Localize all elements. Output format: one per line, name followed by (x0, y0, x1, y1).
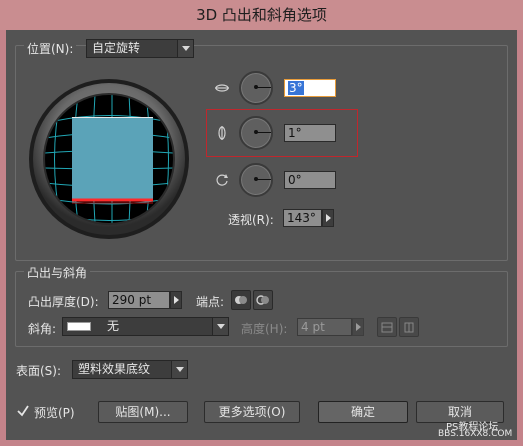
bevel-label: 斜角: (28, 322, 57, 336)
preview-label[interactable]: 预览(P) (34, 404, 75, 421)
window-title: 3D 凸出和斜角选项 (0, 0, 523, 30)
bevel-in-icon (404, 322, 414, 333)
watermark-line-2: BBS.16XX8.COM (438, 429, 513, 439)
preview-checkbox[interactable] (16, 404, 30, 418)
extrude-depth-slider-button[interactable] (170, 291, 182, 309)
surface-dropdown[interactable]: 塑料效果底纹 (72, 360, 188, 379)
ok-button[interactable]: 确定 (318, 401, 408, 423)
rotate-z-axis-icon (214, 172, 230, 188)
checkmark-icon (17, 405, 29, 417)
extrude-depth-label: 凸出厚度(D): (28, 295, 99, 309)
chevron-down-icon (177, 40, 193, 57)
bevel-out-icon (381, 322, 393, 333)
map-art-button[interactable]: 贴图(M)... (98, 401, 188, 423)
position-preset-dropdown[interactable]: 自定旋转 (86, 39, 194, 58)
cap-label: 端点: (196, 295, 225, 309)
position-label: 位置(N): (24, 40, 77, 57)
bevel-out-button[interactable] (377, 317, 397, 337)
bevel-dropdown[interactable]: 无 (62, 317, 229, 336)
rotate-z-knob[interactable] (239, 163, 273, 197)
chevron-down-icon (171, 361, 187, 378)
rotate-z-field[interactable]: 0° (284, 171, 336, 189)
rotate-x-knob[interactable] (239, 71, 273, 105)
rotate-y-knob[interactable] (239, 116, 273, 150)
surface-label: 表面(S): (16, 364, 62, 378)
perspective-slider-button[interactable] (322, 209, 334, 227)
bevel-height-label: 高度(H): (241, 322, 288, 336)
bevel-in-button[interactable] (399, 317, 419, 337)
rotate-x-value: 3° (288, 81, 304, 95)
rotate-y-axis-icon (214, 125, 230, 141)
rotate-x-field[interactable]: 3° (284, 79, 336, 97)
cap-on-button[interactable] (231, 290, 251, 310)
dialog-body: 位置(N): 自定旋转 3° 1° 0° 透视(R): 143° 凸出与斜角 凸… (6, 30, 517, 440)
bevel-height-slider-button[interactable] (352, 318, 364, 336)
position-preset-value: 自定旋转 (92, 41, 141, 55)
chevron-down-icon (212, 318, 228, 335)
rotate-y-field[interactable]: 1° (284, 124, 336, 142)
more-options-button[interactable]: 更多选项(O) (204, 401, 300, 423)
cap-off-icon (256, 295, 269, 305)
bevel-value: 无 (107, 319, 120, 333)
cap-off-button[interactable] (253, 290, 273, 310)
bevel-height-field[interactable]: 4 pt (297, 318, 352, 336)
perspective-field[interactable]: 143° (283, 209, 322, 227)
perspective-label: 透视(R): (228, 213, 274, 227)
track-cube[interactable] (28, 78, 190, 240)
cap-on-icon (235, 296, 247, 304)
extrude-bevel-section-label: 凸出与斜角 (24, 264, 91, 281)
extrude-depth-field[interactable]: 290 pt (108, 291, 170, 309)
track-cube-graphic (29, 79, 189, 239)
rotate-x-axis-icon (214, 80, 230, 96)
surface-value: 塑料效果底纹 (78, 362, 151, 376)
bevel-swatch (67, 322, 91, 331)
